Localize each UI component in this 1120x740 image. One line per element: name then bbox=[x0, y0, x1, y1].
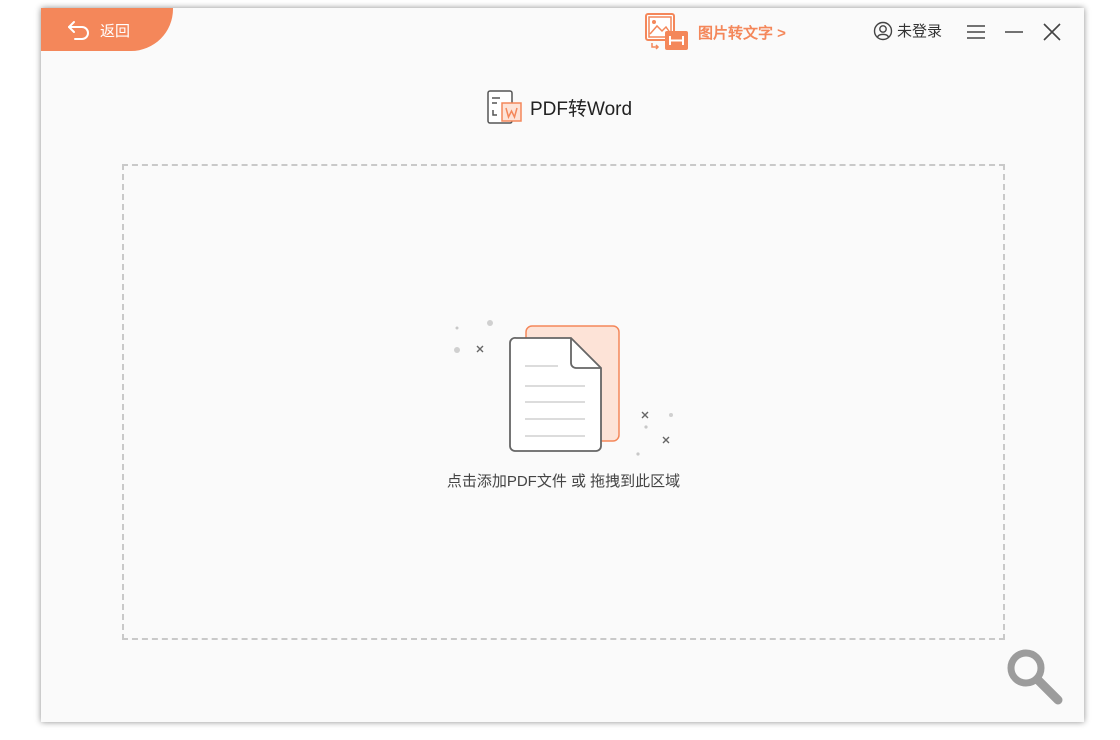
image-to-text-icon bbox=[645, 13, 688, 50]
login-button[interactable]: 未登录 bbox=[873, 20, 942, 41]
image-to-text-link[interactable]: 图片转文字 > bbox=[644, 12, 786, 52]
back-label: 返回 bbox=[100, 23, 131, 40]
back-arrow-icon bbox=[68, 21, 89, 40]
image-to-text-label: 图片转文字 > bbox=[698, 24, 786, 42]
page-title-text: PDF转Word bbox=[530, 98, 633, 120]
back-button[interactable]: 返回 bbox=[41, 8, 173, 51]
user-label: 未登录 bbox=[897, 23, 943, 40]
document-illustration-icon bbox=[454, 320, 673, 456]
file-drop-zone[interactable]: 点击添加PDF文件 或 拖拽到此区域 bbox=[122, 164, 1005, 640]
hamburger-menu-icon[interactable] bbox=[965, 21, 987, 43]
pdf-to-word-icon bbox=[487, 90, 522, 124]
minimize-icon[interactable] bbox=[1003, 21, 1025, 43]
app-window: 返回 图片转文字 > 未登录 PDF转Word 点击添加PDF文件 或 拖拽到此… bbox=[41, 8, 1084, 722]
magnifier-icon[interactable] bbox=[1004, 646, 1066, 708]
user-icon bbox=[873, 21, 893, 40]
drop-hint: 点击添加PDF文件 或 拖拽到此区域 bbox=[446, 473, 681, 490]
close-icon[interactable] bbox=[1041, 21, 1063, 43]
page-title: PDF转Word bbox=[486, 88, 632, 126]
